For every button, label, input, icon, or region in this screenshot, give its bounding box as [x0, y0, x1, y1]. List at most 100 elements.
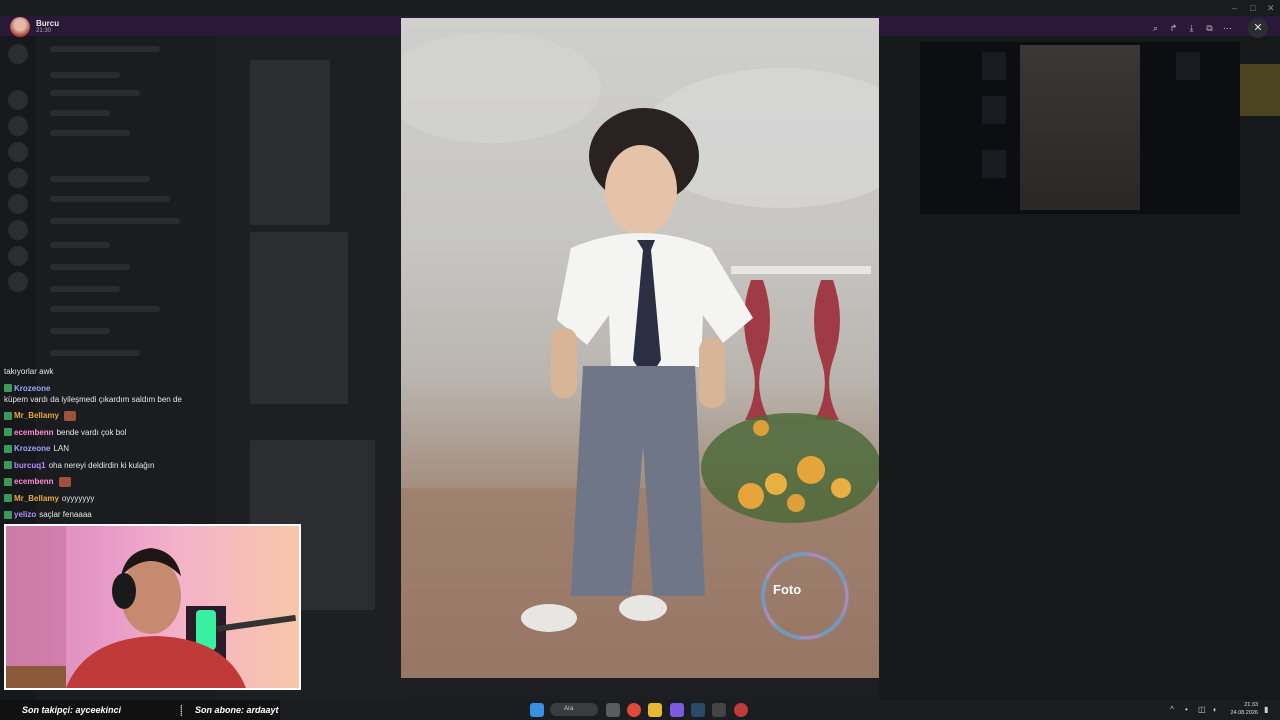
volume-icon[interactable]: ◖	[1212, 705, 1217, 714]
preview-thumbnail[interactable]	[982, 52, 1006, 80]
photo-illustration: Foto	[401, 33, 879, 678]
chat-text: takıyorlar awk	[4, 367, 54, 376]
microphone-icon[interactable]: •	[1185, 705, 1188, 714]
chat-message: takıyorlar awk	[4, 366, 204, 377]
start-icon[interactable]	[530, 703, 544, 717]
chat-text: saçlar fenaaaa	[39, 510, 92, 519]
system-clock[interactable]: 21:33 24.08.2026	[1228, 701, 1258, 717]
app-icon[interactable]	[712, 703, 726, 717]
channel-item[interactable]	[50, 46, 160, 52]
server-icon[interactable]	[8, 116, 28, 136]
viewer-toolbar: ⌕ ↱ ⤓ ⧉ ⋯	[1150, 19, 1233, 37]
tray-chevron-icon[interactable]: ^	[1170, 705, 1174, 714]
download-icon[interactable]: ⤓	[1186, 23, 1197, 34]
avatar[interactable]	[10, 17, 30, 37]
channel-item[interactable]	[50, 242, 110, 248]
webcam-feed	[4, 524, 301, 690]
more-icon[interactable]: ⋯	[1222, 23, 1233, 34]
chat-text: küpem vardı da iyileşmedi çıkardım saldı…	[4, 394, 182, 404]
channel-item[interactable]	[50, 218, 180, 224]
chat-badge-icon	[4, 494, 12, 502]
channel-item[interactable]	[50, 286, 120, 292]
taskbar: Ara ^ • ◫ ◖ 21:33 24.08.2026 ▮	[280, 700, 1280, 720]
channel-item[interactable]	[50, 350, 140, 356]
chat-emote-icon	[63, 410, 76, 421]
stream-ticker: Son takipçi: ayceekinci ⸽ Son abone: ard…	[0, 700, 280, 720]
channel-item[interactable]	[50, 306, 160, 312]
chat-badge-icon	[4, 444, 12, 453]
server-icon[interactable]	[8, 272, 28, 292]
close-viewer-button[interactable]: ✕	[1248, 18, 1268, 38]
image-thumbnail[interactable]	[250, 60, 330, 225]
chat-username[interactable]: Krozeone	[14, 443, 50, 454]
chat-username[interactable]: Mr_Bellamy	[14, 493, 59, 504]
file-explorer-icon[interactable]	[648, 703, 662, 717]
steam-icon[interactable]	[691, 703, 705, 717]
channel-item[interactable]	[50, 328, 110, 334]
chat-text: LAN	[53, 444, 70, 453]
chat-badge-icon	[4, 384, 12, 392]
obs-icon[interactable]	[734, 703, 748, 717]
chat-username[interactable]: ecembenn	[14, 427, 54, 438]
minimize-icon[interactable]: –	[1232, 3, 1237, 13]
stream-chat: takıyorlar awk Krozeone küpem vardı da iyi…	[4, 366, 204, 526]
notification-icon[interactable]: ▮	[1264, 705, 1268, 714]
webcam-illustration	[6, 526, 297, 688]
chat-text: oyyyyyyy	[61, 493, 95, 503]
chat-username[interactable]: Krozeone	[14, 383, 50, 394]
chat-message: Krozeone LAN	[4, 443, 204, 454]
open-external-icon[interactable]: ⧉	[1204, 23, 1215, 34]
channel-item[interactable]	[50, 176, 150, 182]
server-icon[interactable]	[8, 168, 28, 188]
channel-item[interactable]	[50, 130, 130, 136]
channel-item[interactable]	[50, 264, 130, 270]
chat-badge-icon	[4, 428, 12, 436]
forward-icon[interactable]: ↱	[1168, 23, 1179, 34]
notification-tab[interactable]	[1240, 64, 1280, 116]
chat-badge-icon	[4, 411, 12, 420]
chat-message: ecembenn	[4, 476, 204, 487]
chrome-icon[interactable]	[627, 703, 641, 717]
taskbar-search[interactable]: Ara	[550, 703, 598, 716]
post-time: 21:30	[36, 28, 52, 34]
screen: – □ ✕ Burcu 21:30 ⌕ ↱ ⤓ ⧉ ⋯ ✕ Foto takıy…	[0, 0, 1280, 720]
chat-username[interactable]: ecembenn	[14, 476, 54, 487]
last-follower: Son takipçi: ayceekinci	[22, 705, 122, 715]
preview-thumbnail[interactable]	[982, 96, 1006, 124]
last-subscriber: Son abone: ardaayt	[195, 705, 279, 715]
clock-time: 21:33	[1244, 702, 1258, 708]
preview-photo[interactable]	[1020, 45, 1140, 210]
server-icon[interactable]	[8, 246, 28, 266]
server-icon[interactable]	[8, 220, 28, 240]
task-view-icon[interactable]	[606, 703, 620, 717]
chat-username[interactable]: yelizo	[14, 509, 36, 520]
preview-thumbnail[interactable]	[982, 150, 1006, 178]
server-icon[interactable]	[8, 142, 28, 162]
channel-item[interactable]	[50, 196, 170, 202]
chat-message: yelizo saçlar fenaaaa	[4, 509, 204, 520]
chat-badge-icon	[4, 477, 12, 486]
chat-message: burcuq1 oha nereyi deldirdin ki kulağın	[4, 460, 204, 471]
chat-message: ecembenn bende vardı çok bol	[4, 427, 204, 438]
server-icon[interactable]	[8, 44, 28, 64]
server-icon[interactable]	[8, 90, 28, 110]
viewed-photo[interactable]: Foto	[401, 18, 879, 678]
maximize-icon[interactable]: □	[1250, 3, 1255, 13]
channel-item[interactable]	[50, 90, 140, 96]
chat-username[interactable]: Mr_Bellamy	[14, 410, 59, 421]
channel-item[interactable]	[50, 110, 110, 116]
zoom-icon[interactable]: ⌕	[1150, 23, 1161, 34]
preview-thumbnail[interactable]	[1176, 52, 1200, 80]
channel-item[interactable]	[50, 72, 120, 78]
window-close-icon[interactable]: ✕	[1267, 3, 1275, 14]
ticker-divider: ⸽	[180, 706, 183, 717]
image-thumbnail[interactable]	[250, 232, 348, 404]
author-name: Burcu	[36, 19, 60, 28]
window-titlebar: – □ ✕	[0, 0, 1280, 16]
discord-icon[interactable]	[670, 703, 684, 717]
server-icon[interactable]	[8, 194, 28, 214]
chat-username[interactable]: burcuq1	[14, 460, 46, 471]
network-icon[interactable]: ◫	[1198, 705, 1206, 714]
chat-badge-icon	[4, 510, 12, 519]
chat-message: Mr_Bellamy oyyyyyyy	[4, 493, 204, 504]
